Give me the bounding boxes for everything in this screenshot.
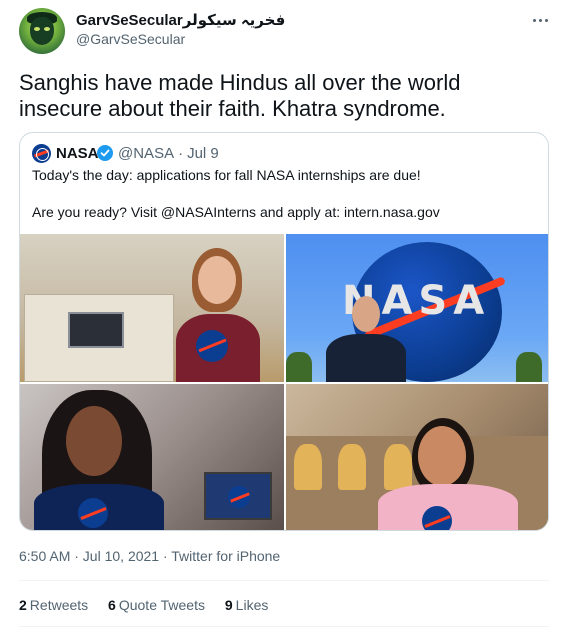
- more-options-icon[interactable]: [531, 10, 551, 30]
- retweets-stat[interactable]: 2 Retweets: [19, 597, 88, 613]
- nasa-avatar[interactable]: [32, 144, 51, 163]
- quoted-date[interactable]: Jul 9: [187, 145, 219, 162]
- photo-grid: NASA: [20, 234, 548, 530]
- laptop-icon: [68, 312, 124, 348]
- divider: [19, 580, 549, 581]
- photo-intern-laptop[interactable]: [20, 384, 284, 530]
- tweet: GarvSeSecularفخریہ سیکولر @GarvSeSecular…: [0, 0, 564, 627]
- tweet-timestamp[interactable]: 6:50 AM · Jul 10, 2021 · Twitter for iPh…: [19, 548, 280, 564]
- idol-figure: [384, 444, 412, 490]
- photo-intern-desk[interactable]: [20, 234, 284, 382]
- quote-tweets-stat[interactable]: 6 Quote Tweets: [108, 597, 205, 613]
- laptop-icon: [204, 472, 272, 520]
- likes-stat[interactable]: 9 Likes: [225, 597, 268, 613]
- author-name[interactable]: GarvSeSecularفخریہ سیکولر: [76, 11, 285, 30]
- nasa-logo-icon: [78, 498, 108, 528]
- verified-badge-icon: [97, 145, 113, 161]
- quoted-text-line2: Are you ready? Visit @NASAInterns and ap…: [32, 204, 440, 220]
- quoted-tweet[interactable]: NASA @NASA · Jul 9 Today's the day: applic…: [19, 132, 549, 531]
- likes-count: 9: [224, 597, 233, 613]
- meta-separator: ·: [178, 145, 184, 162]
- author-handle[interactable]: @GarvSeSecular: [76, 31, 185, 47]
- tweet-stats: 2 Retweets 6 Quote Tweets 9 Likes: [19, 597, 284, 613]
- display-name-urdu[interactable]: فخریہ سیکولر: [183, 12, 286, 29]
- idol-figure: [294, 444, 322, 490]
- quote-tweets-label: Quote Tweets: [118, 597, 205, 613]
- nasa-logo-icon: [422, 506, 452, 530]
- likes-label: Likes: [235, 597, 269, 613]
- quoted-handle: @NASA: [118, 145, 175, 162]
- display-name[interactable]: GarvSeSecular: [76, 12, 183, 29]
- photo-intern-shrine[interactable]: [286, 384, 548, 530]
- author-avatar[interactable]: [19, 8, 65, 54]
- quoted-text-line1: Today's the day: applications for fall N…: [32, 167, 421, 183]
- retweets-label: Retweets: [29, 597, 89, 613]
- quoted-author-name[interactable]: NASA: [56, 145, 99, 162]
- quoted-meta: @NASA · Jul 9: [118, 145, 219, 162]
- retweets-count: 2: [19, 597, 27, 613]
- quote-tweets-count: 6: [108, 597, 116, 613]
- photo-nasa-globe[interactable]: NASA: [286, 234, 548, 382]
- tweet-text: Sanghis have made Hindus all over the wo…: [19, 70, 461, 121]
- idol-figure: [338, 444, 366, 490]
- nasa-logo-icon: [196, 330, 228, 362]
